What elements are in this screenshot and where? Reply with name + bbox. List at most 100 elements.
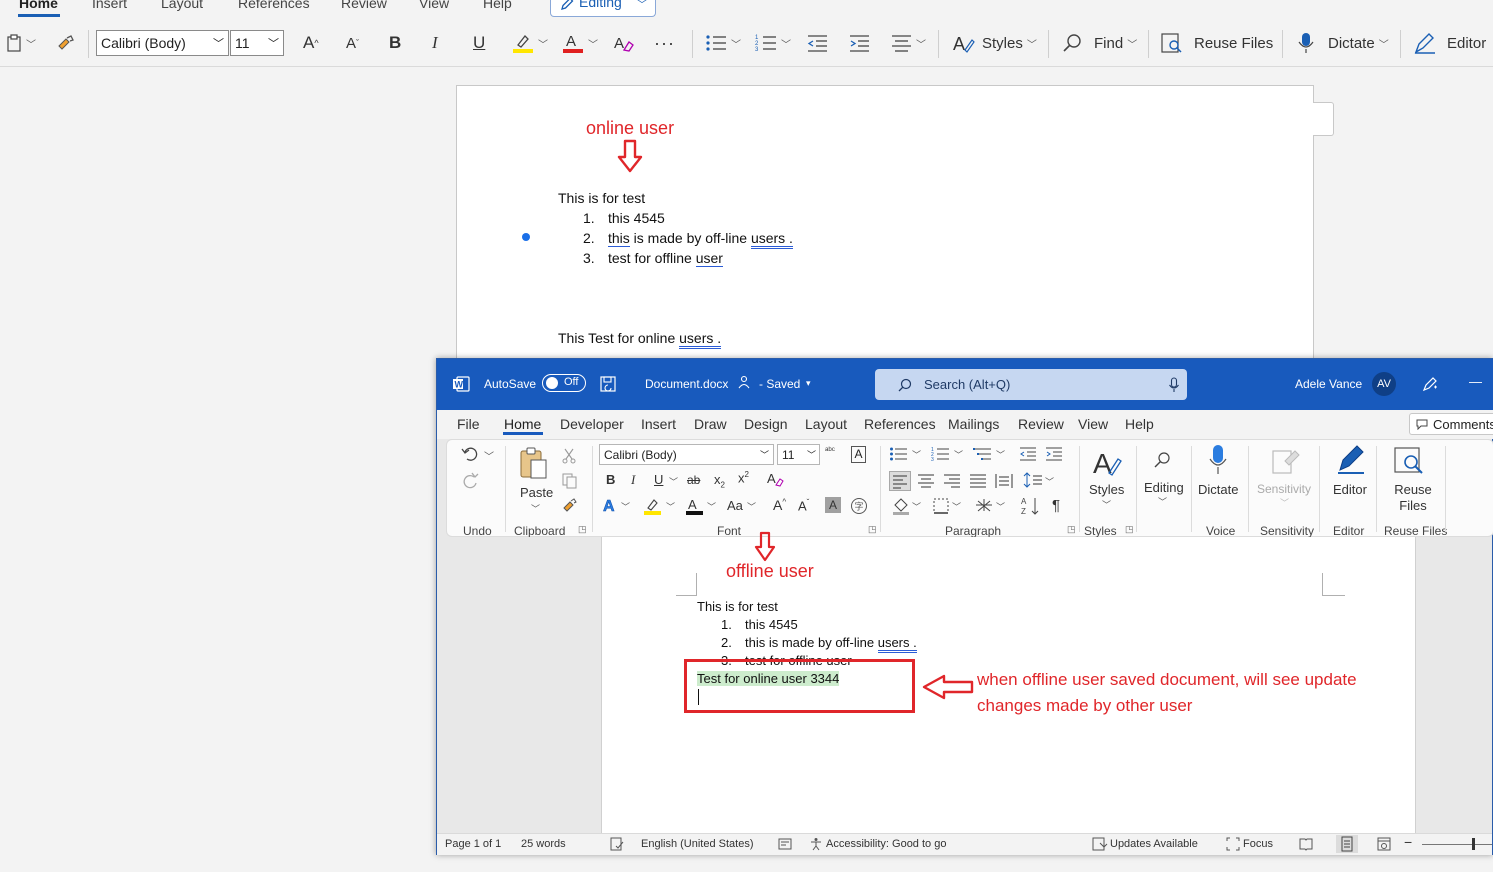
align-right-button[interactable] <box>942 471 962 489</box>
reuse-files-button[interactable]: Reuse Files <box>1160 30 1273 56</box>
styles-label[interactable]: Styles <box>1089 482 1124 497</box>
chevron-down-icon[interactable]: ﹀ <box>952 500 961 513</box>
change-case-button[interactable]: Aa <box>727 498 743 513</box>
reuse-files-icon[interactable] <box>1393 446 1425 476</box>
character-shading-icon[interactable]: A <box>825 497 841 513</box>
dtab-help[interactable]: Help <box>1125 416 1154 432</box>
text-predictions-icon[interactable] <box>778 837 792 851</box>
chevron-down-icon[interactable]: ﹀ <box>954 448 963 461</box>
align-left-button[interactable] <box>889 471 911 491</box>
copy-icon[interactable] <box>562 473 578 489</box>
styles-icon[interactable]: A <box>1092 447 1122 477</box>
chevron-down-icon[interactable]: ﹀ <box>621 500 630 513</box>
dtab-references[interactable]: References <box>864 416 936 432</box>
autosave-toggle[interactable]: Off <box>542 374 586 392</box>
page-count[interactable]: Page 1 of 1 <box>445 838 501 850</box>
web-tab-home[interactable]: Home <box>19 0 58 11</box>
reuse-files-label[interactable]: Reuse Files <box>1383 482 1443 514</box>
chevron-down-icon[interactable]: ﹀ <box>1045 475 1054 488</box>
multilevel-list-icon[interactable] <box>973 446 993 462</box>
accessibility-status[interactable]: Accessibility: Good to go <box>826 838 946 850</box>
font-name-combo[interactable]: Calibri (Body) ﹀ <box>96 30 229 56</box>
chevron-down-icon[interactable]: ▾ <box>806 378 811 389</box>
bullets-icon[interactable]: ﹀ <box>705 30 741 56</box>
undo-icon[interactable] <box>461 446 479 462</box>
bold-button[interactable]: B <box>389 30 401 56</box>
grammar-flag-text[interactable]: users . <box>679 330 722 349</box>
chevron-down-icon[interactable]: ﹀ <box>1158 495 1167 508</box>
web-layout-icon[interactable] <box>1377 837 1391 851</box>
increase-indent-icon[interactable] <box>1045 446 1063 462</box>
text-effects-icon[interactable]: A <box>601 496 619 514</box>
dialog-launcher-icon[interactable]: ◳ <box>1125 524 1134 535</box>
dictate-button[interactable]: Dictate ﹀ <box>1296 30 1389 56</box>
dialog-launcher-icon[interactable]: ◳ <box>868 524 877 535</box>
more-options-button[interactable]: ··· <box>654 30 675 56</box>
italic-button[interactable]: I <box>432 30 438 56</box>
sensitivity-label[interactable]: Sensitivity <box>1257 482 1311 496</box>
sort-icon[interactable]: AZ <box>1021 496 1041 516</box>
styles-button[interactable]: A Styles ﹀ <box>952 30 1037 56</box>
line-spacing-icon[interactable] <box>1023 471 1043 489</box>
editor-pen-icon[interactable] <box>1335 444 1367 476</box>
web-tab-review[interactable]: Review <box>341 0 387 11</box>
editor-button[interactable]: Editor <box>1413 30 1486 56</box>
web-document-page[interactable]: online user This is for test 1. this 454… <box>456 85 1314 385</box>
paste-label[interactable]: Paste <box>520 485 553 500</box>
asian-layout-icon[interactable] <box>974 497 994 515</box>
chevron-down-icon[interactable]: ﹀ <box>996 448 1005 461</box>
numbering-icon[interactable]: 123 ﹀ <box>755 30 791 56</box>
saved-state[interactable]: - Saved <box>759 377 800 391</box>
user-name[interactable]: Adele Vance <box>1295 377 1362 391</box>
cut-icon[interactable] <box>562 448 576 464</box>
decrease-indent-icon[interactable] <box>1019 446 1037 462</box>
chevron-down-icon[interactable]: ﹀ <box>747 500 756 513</box>
language[interactable]: English (United States) <box>641 838 754 850</box>
dtab-design[interactable]: Design <box>744 416 788 432</box>
show-formatting-marks-icon[interactable]: ¶ <box>1052 497 1060 514</box>
grow-font-icon[interactable]: A^ <box>303 30 319 56</box>
editing-label[interactable]: Editing <box>1144 480 1184 495</box>
print-layout-icon[interactable] <box>1336 835 1358 853</box>
decrease-indent-icon[interactable] <box>806 30 828 56</box>
focus-icon[interactable] <box>1226 837 1240 851</box>
web-tab-view[interactable]: View <box>419 0 449 11</box>
justify-button[interactable] <box>968 471 988 489</box>
chevron-down-icon[interactable]: ﹀ <box>1102 498 1111 511</box>
dtab-home[interactable]: Home <box>504 416 541 432</box>
desktop-document-page[interactable]: offline user This is for test 1. this 45… <box>601 531 1416 833</box>
dtab-developer[interactable]: Developer <box>560 416 624 432</box>
word-count[interactable]: 25 words <box>521 838 566 850</box>
bullets-icon[interactable] <box>889 446 909 462</box>
character-border-icon[interactable]: A <box>851 446 866 463</box>
font-name-combo[interactable]: Calibri (Body) ﹀ <box>599 444 774 465</box>
dictate-label[interactable]: Dictate <box>1198 482 1238 497</box>
numbering-icon[interactable]: 123 <box>931 446 951 462</box>
grammar-flag-text[interactable]: this <box>608 230 630 247</box>
chevron-down-icon[interactable]: ﹀ <box>666 500 675 513</box>
chevron-down-icon[interactable]: ﹀ <box>484 448 494 463</box>
align-icon[interactable]: ﹀ <box>890 30 926 56</box>
updates-available[interactable]: Updates Available <box>1110 838 1198 850</box>
web-tab-layout[interactable]: Layout <box>161 0 203 11</box>
dtab-insert[interactable]: Insert <box>641 416 676 432</box>
underline-button[interactable]: U <box>654 472 663 487</box>
bold-button[interactable]: B <box>606 472 615 487</box>
accessibility-icon[interactable] <box>809 837 823 851</box>
dialog-launcher-icon[interactable]: ◳ <box>578 524 587 535</box>
minimize-button[interactable]: — <box>1469 374 1482 389</box>
highlight-color-icon[interactable] <box>643 496 663 516</box>
paste-icon[interactable]: ﹀ <box>6 30 36 56</box>
format-painter-icon[interactable] <box>56 30 76 56</box>
coauthor-presence-dot[interactable] <box>522 233 530 241</box>
chevron-down-icon[interactable]: ﹀ <box>707 500 716 513</box>
chevron-down-icon[interactable]: ﹀ <box>912 448 921 461</box>
superscript-button[interactable]: x2 <box>738 470 749 485</box>
dtab-mailings[interactable]: Mailings <box>948 416 999 432</box>
font-size-combo[interactable]: 11 ﹀ <box>777 444 820 465</box>
web-tab-references[interactable]: References <box>238 0 310 11</box>
editing-mode-button[interactable]: Editing ﹀ <box>550 0 656 17</box>
read-mode-icon[interactable] <box>1299 837 1313 851</box>
chevron-down-icon[interactable]: ﹀ <box>531 502 540 515</box>
change-case-icon[interactable]: ᵃᵇᶜ <box>825 445 835 455</box>
